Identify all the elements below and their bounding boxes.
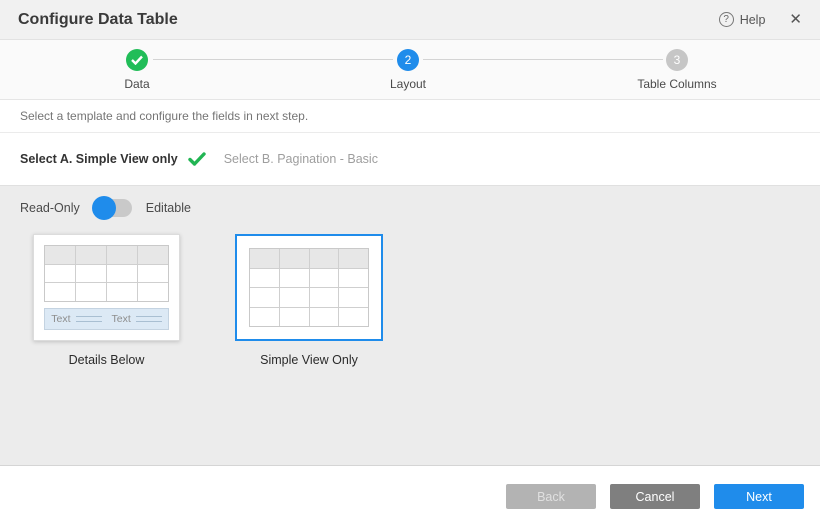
configure-data-table-dialog: Configure Data Table ? Help ✕ Data 2 Lay… bbox=[0, 0, 820, 526]
mini-table-cell bbox=[279, 308, 309, 327]
template-option-row: Select A. Simple View only Select B. Pag… bbox=[0, 133, 820, 185]
back-button[interactable]: Back bbox=[506, 484, 596, 509]
dialog-titlebar: Configure Data Table ? Help ✕ bbox=[0, 0, 820, 40]
mini-table-cell bbox=[75, 246, 106, 264]
mini-table-cell bbox=[250, 288, 279, 307]
stepper-connector bbox=[423, 59, 663, 60]
instruction-text: Select a template and configure the fiel… bbox=[20, 109, 308, 123]
dialog-title: Configure Data Table bbox=[18, 11, 178, 29]
mini-table-cell bbox=[309, 288, 339, 307]
mini-table-cell bbox=[106, 246, 137, 264]
mini-table-cell bbox=[137, 246, 168, 264]
mini-table-preview bbox=[249, 248, 369, 327]
mini-table-row bbox=[250, 268, 368, 288]
mini-table-cell bbox=[250, 308, 279, 327]
detail-item-text: Text bbox=[51, 313, 70, 325]
close-icon[interactable]: ✕ bbox=[789, 12, 802, 27]
mini-table-cell bbox=[137, 283, 168, 301]
stepper-connector bbox=[153, 59, 393, 60]
step-table-columns-label[interactable]: Table Columns bbox=[637, 77, 716, 91]
mini-table-row bbox=[45, 282, 168, 301]
step-table-columns-number: 3 bbox=[674, 53, 681, 67]
titlebar-actions: ? Help ✕ bbox=[719, 12, 802, 27]
mini-table-cell bbox=[338, 308, 368, 327]
mini-table-cell bbox=[279, 269, 309, 288]
step-layout-circle[interactable]: 2 bbox=[397, 49, 419, 71]
detail-item: Text bbox=[112, 313, 162, 325]
option-a-selected-check-icon bbox=[188, 152, 206, 166]
instruction-row: Select a template and configure the fiel… bbox=[0, 100, 820, 133]
mini-table-cell bbox=[309, 249, 339, 268]
template-cards-row: Text Text Details Below Simple View O bbox=[33, 234, 800, 367]
mini-table-cell bbox=[106, 283, 137, 301]
mini-table-cell bbox=[250, 249, 279, 268]
template-label-simple-view-only: Simple View Only bbox=[260, 353, 358, 367]
next-button[interactable]: Next bbox=[714, 484, 804, 509]
detail-item-lines bbox=[76, 316, 102, 322]
step-layout-number: 2 bbox=[405, 53, 412, 67]
check-icon bbox=[131, 55, 143, 65]
template-simple-view-only: Simple View Only bbox=[235, 234, 383, 367]
mini-table-row bbox=[250, 249, 368, 268]
template-card-details-below[interactable]: Text Text bbox=[33, 234, 180, 341]
help-label: Help bbox=[740, 13, 766, 27]
step-table-columns-circle[interactable]: 3 bbox=[666, 49, 688, 71]
mode-toggle-row: Read-Only Editable bbox=[20, 196, 800, 220]
step-data-circle[interactable] bbox=[126, 49, 148, 71]
detail-item-lines bbox=[136, 316, 162, 322]
mini-table-cell bbox=[75, 265, 106, 283]
toggle-knob[interactable] bbox=[92, 196, 116, 220]
mini-table-row bbox=[45, 264, 168, 283]
editable-label: Editable bbox=[146, 201, 191, 215]
mini-table-cell bbox=[106, 265, 137, 283]
mini-table-cell bbox=[250, 269, 279, 288]
template-section: Read-Only Editable Text Text bbox=[0, 185, 820, 466]
step-layout-label[interactable]: Layout bbox=[390, 77, 426, 91]
template-card-simple-view-only[interactable] bbox=[235, 234, 383, 341]
mini-table-row bbox=[250, 307, 368, 327]
read-only-label: Read-Only bbox=[20, 201, 80, 215]
wizard-stepper: Data 2 Layout 3 Table Columns bbox=[0, 40, 820, 100]
detail-item: Text bbox=[51, 313, 101, 325]
mini-table-cell bbox=[45, 246, 75, 264]
detail-band: Text Text bbox=[44, 308, 169, 330]
mini-table-cell bbox=[279, 288, 309, 307]
dialog-footer: Back Cancel Next bbox=[0, 466, 820, 526]
read-only-editable-toggle[interactable] bbox=[94, 199, 132, 217]
help-icon: ? bbox=[719, 12, 734, 27]
mini-table-cell bbox=[338, 269, 368, 288]
detail-item-text: Text bbox=[112, 313, 131, 325]
template-details-below: Text Text Details Below bbox=[33, 234, 180, 367]
mini-table-cell bbox=[137, 265, 168, 283]
mini-table-row bbox=[250, 287, 368, 307]
mini-table-cell bbox=[309, 269, 339, 288]
mini-table-cell bbox=[338, 288, 368, 307]
mini-table-cell bbox=[338, 249, 368, 268]
step-data-label[interactable]: Data bbox=[124, 77, 149, 91]
mini-table-preview bbox=[44, 245, 169, 302]
option-b-pagination-basic[interactable]: Select B. Pagination - Basic bbox=[224, 152, 378, 166]
mini-table-row bbox=[45, 246, 168, 264]
option-a-simple-view-only[interactable]: Select A. Simple View only bbox=[20, 152, 178, 166]
mini-table-cell bbox=[309, 308, 339, 327]
mini-table-cell bbox=[45, 283, 75, 301]
help-button[interactable]: ? Help bbox=[719, 12, 766, 27]
template-label-details-below: Details Below bbox=[69, 353, 145, 367]
mini-table-cell bbox=[279, 249, 309, 268]
mini-table-cell bbox=[45, 265, 75, 283]
mini-table-cell bbox=[75, 283, 106, 301]
cancel-button[interactable]: Cancel bbox=[610, 484, 700, 509]
